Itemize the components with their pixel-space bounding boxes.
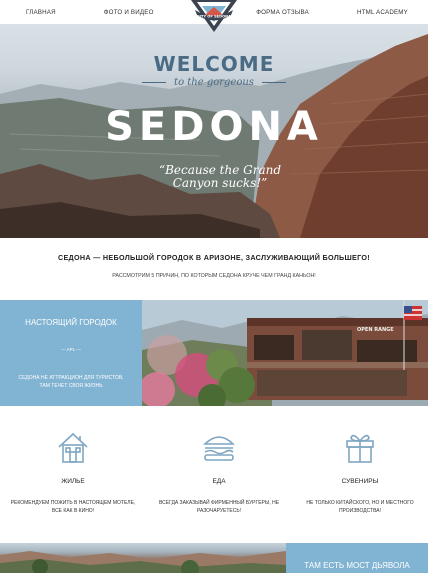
town-photo-image: OPEN RANGE <box>142 300 428 406</box>
nav-link-feedback[interactable]: Форма отзыва <box>256 9 309 16</box>
feature-description: Седона не аттракцион для туристов, там т… <box>18 375 124 389</box>
gift-icon <box>346 434 374 463</box>
town-photo: OPEN RANGE <box>142 300 428 406</box>
advantage-title: Сувениры <box>341 478 379 485</box>
feature-block: Настоящий городок — APL — Седона не аттр… <box>0 300 142 406</box>
nav-link-academy[interactable]: HTML Academy <box>357 9 408 16</box>
advantage-title: Еда <box>212 478 226 485</box>
advantage-housing: Жилье Рекомендуем пожить в настоящем мот… <box>8 430 138 515</box>
feature-label: — APL — <box>61 347 81 352</box>
advantage-text: Всегда заказывай фирменный бургеры, не р… <box>158 500 280 514</box>
hero-tagline: “Because the Grand Canyon sucks!” <box>158 163 282 190</box>
nav-right: Форма отзыва HTML Academy <box>256 9 408 16</box>
nav-link-photos[interactable]: Фото и видео <box>104 9 154 16</box>
advantage-text: Не только китайского, но и местного прои… <box>306 500 414 514</box>
svg-text:OPEN RANGE: OPEN RANGE <box>357 327 394 333</box>
advantage-food: Еда Всегда заказывай фирменный бургеры, … <box>154 430 284 515</box>
bridge-title: Там есть мост дьявола <box>304 561 410 570</box>
city-logo[interactable]: CITY OF SEDONA <box>191 0 237 32</box>
nav-link-home[interactable]: Главная <box>26 9 56 16</box>
nav-left: Главная Фото и видео <box>26 9 154 16</box>
intro-title: Седона — небольшой городок в Аризоне, за… <box>57 253 371 262</box>
intro-subtitle: Рассмотрим 5 причин, по которым Седона к… <box>112 273 316 279</box>
advantage-title: Жилье <box>61 478 85 485</box>
house-icon <box>58 432 88 463</box>
hero-welcome: WELCOME <box>153 52 275 76</box>
hero-banner: WELCOME to the gorgeous SEDONA “Because … <box>0 24 428 238</box>
advantage-souvenirs: Сувениры Не только китайского, но и мест… <box>295 430 425 515</box>
city-logo-emblem: CITY OF SEDONA <box>191 0 237 32</box>
bridge-photo-image <box>0 551 286 573</box>
hero-subtitle: to the gorgeous <box>0 77 428 88</box>
advantage-text: Рекомендуем пожить в настоящем мотеле, в… <box>10 500 136 514</box>
bridge-block: Там есть мост дьявола <box>286 543 428 573</box>
svg-text:CITY OF SEDONA: CITY OF SEDONA <box>197 15 231 19</box>
burger-icon <box>203 436 235 461</box>
hero-title: SEDONA <box>105 104 323 150</box>
bridge-photo <box>0 543 286 573</box>
feature-title: Настоящий городок <box>25 318 117 327</box>
